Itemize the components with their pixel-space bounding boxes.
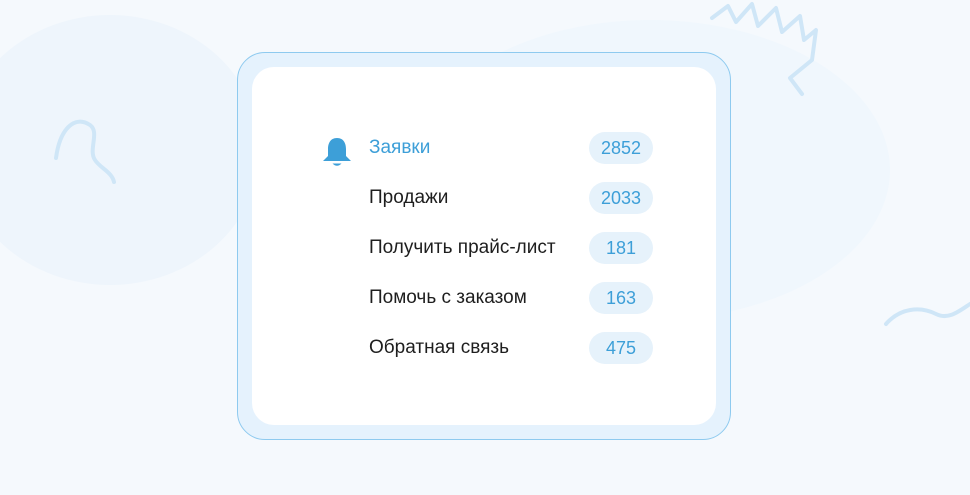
menu-item-label: Получить прайс-лист xyxy=(369,237,556,258)
menu-item-requests[interactable]: Заявки 2852 xyxy=(369,132,669,164)
menu-item-label: Обратная связь xyxy=(369,337,509,358)
menu-item-label: Заявки xyxy=(369,137,431,158)
requests-card: Заявки 2852 Продажи 2033 Получить прайс-… xyxy=(237,52,731,440)
menu-item-sales[interactable]: Продажи 2033 xyxy=(369,182,669,214)
bg-squiggle-right xyxy=(884,302,970,326)
count-badge: 2033 xyxy=(589,182,653,214)
count-badge: 475 xyxy=(589,332,653,364)
count-badge: 2852 xyxy=(589,132,653,164)
requests-card-body: Заявки 2852 Продажи 2033 Получить прайс-… xyxy=(252,67,716,425)
menu-item-price-list[interactable]: Получить прайс-лист 181 xyxy=(369,232,669,264)
menu-item-label: Помочь с заказом xyxy=(369,287,527,308)
bell-icon xyxy=(323,138,351,166)
menu-item-label: Продажи xyxy=(369,187,449,208)
count-badge: 163 xyxy=(589,282,653,314)
menu-item-feedback[interactable]: Обратная связь 475 xyxy=(369,332,669,364)
menu-item-order-help[interactable]: Помочь с заказом 163 xyxy=(369,282,669,314)
count-badge: 181 xyxy=(589,232,653,264)
bg-blob-left xyxy=(0,15,260,285)
